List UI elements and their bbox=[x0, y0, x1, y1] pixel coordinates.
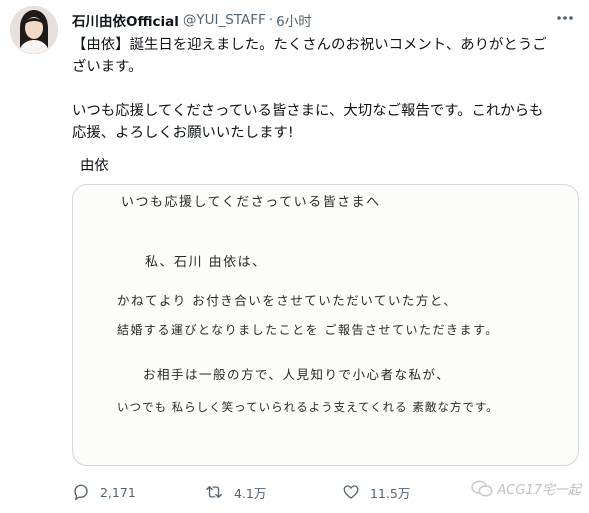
like-button[interactable]: 11.5万 bbox=[342, 478, 472, 506]
tweet-signature: 由依 bbox=[80, 158, 109, 174]
more-options-button[interactable] bbox=[553, 8, 577, 28]
retweet-count: 4.1万 bbox=[234, 485, 267, 501]
letter-line: いつも応援してくださっている皆さまへ bbox=[121, 195, 381, 210]
tweet-text-line: いつも応援してくださっている皆さまに、大切なご報告です。これからも bbox=[72, 103, 544, 119]
reply-icon bbox=[74, 484, 88, 501]
heart-icon bbox=[343, 485, 359, 499]
avatar[interactable] bbox=[10, 6, 58, 54]
tweet-text-line: 応援、よろしくお願いいたします! bbox=[72, 125, 294, 141]
separator-dot: · bbox=[268, 12, 274, 28]
watermark-text: ACG17宅一起 bbox=[497, 483, 581, 498]
attached-letter-image[interactable]: いつも応援してくださっている皆さまへ 私、石川 由依は、 かねてより お付き合い… bbox=[72, 184, 579, 466]
letter-line: お相手は一般の方で、人見知りで小心者な私が、 bbox=[143, 367, 451, 382]
reply-button[interactable]: 2,171 bbox=[72, 478, 204, 506]
more-icon bbox=[557, 16, 573, 20]
letter-line: かねてより お付き合いをさせていただいていた方と、 bbox=[117, 293, 458, 308]
reply-count: 2,171 bbox=[100, 484, 136, 500]
retweet-icon bbox=[206, 486, 222, 498]
watermark: ACG17宅一起 bbox=[471, 479, 581, 498]
tweet-text: 【由依】誕生日を迎えました。たくさんのお祝いコメント、ありがとうご ざいます。 … bbox=[72, 34, 578, 144]
like-count: 11.5万 bbox=[370, 485, 411, 501]
letter-line: 結婚する運びとなりましたことを ご報告させていただきます。 bbox=[117, 323, 499, 337]
letter-line: いつでも 私らしく笑っていられるよう支えてくれる 素敵な方です。 bbox=[117, 400, 499, 414]
letter-line: 私、石川 由依は、 bbox=[145, 255, 267, 270]
retweet-button[interactable]: 4.1万 bbox=[204, 478, 342, 506]
tweet-text-line: ざいます。 bbox=[72, 59, 143, 75]
tweet-text-line: 【由依】誕生日を迎えました。たくさんのお祝いコメント、ありがとうご bbox=[72, 37, 547, 53]
author-handle[interactable]: @YUI_STAFF bbox=[183, 12, 266, 28]
tweet-header: 石川由依Official @YUI_STAFF · 6小时 bbox=[72, 10, 579, 30]
avatar-image bbox=[10, 6, 58, 54]
chat-bubble-icon bbox=[471, 480, 494, 496]
tweet-timestamp[interactable]: 6小时 bbox=[276, 10, 312, 30]
author-name[interactable]: 石川由依Official bbox=[72, 10, 179, 30]
